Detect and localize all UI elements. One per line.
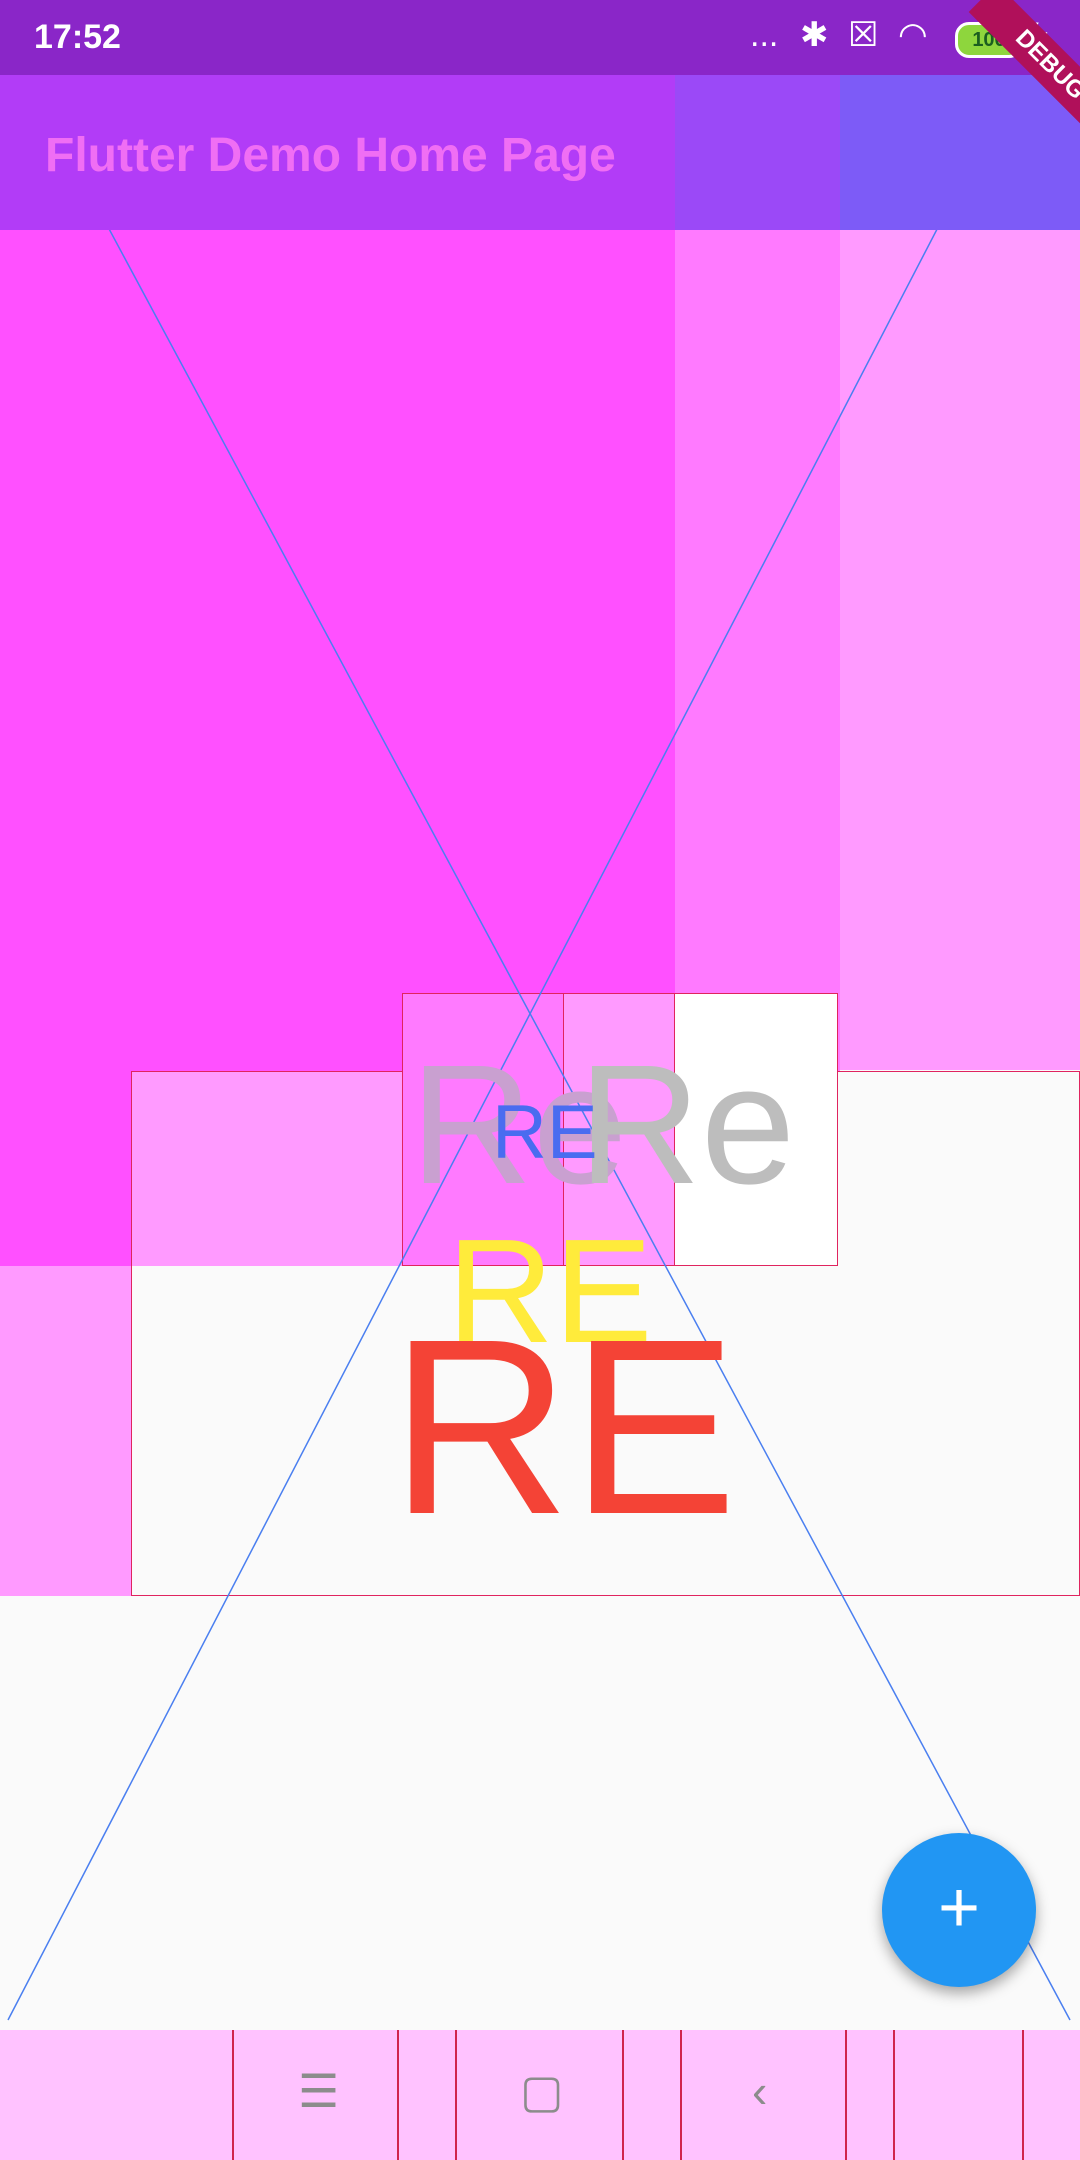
add-fab-button[interactable]: + — [882, 1833, 1036, 1987]
more-dots-icon: ... — [750, 16, 779, 54]
bluetooth-icon: ✱ — [800, 16, 829, 54]
app-title: Flutter Demo Home Page — [45, 129, 616, 182]
wifi-icon: ◠ — [898, 16, 928, 54]
nav-divider — [455, 2030, 457, 2160]
nav-divider — [1022, 2030, 1024, 2160]
no-sim-icon: ☒ — [848, 16, 879, 54]
nav-divider — [893, 2030, 895, 2160]
red-text: RE — [390, 1287, 738, 1566]
nav-divider — [680, 2030, 682, 2160]
nav-divider — [622, 2030, 624, 2160]
home-icon[interactable]: ▢ — [520, 2068, 563, 2114]
app-bar-overlay — [675, 75, 840, 230]
grey-text-right: Re — [578, 1030, 796, 1220]
nav-divider — [232, 2030, 234, 2160]
status-time: 17:52 — [34, 18, 121, 56]
app-bar-overlay-right — [840, 75, 1080, 230]
nav-divider — [845, 2030, 847, 2160]
nav-divider — [397, 2030, 399, 2160]
blue-text: RE — [492, 1090, 598, 1175]
back-icon[interactable]: ‹ — [752, 2068, 767, 2114]
menu-icon[interactable]: ☰ — [298, 2068, 339, 2114]
